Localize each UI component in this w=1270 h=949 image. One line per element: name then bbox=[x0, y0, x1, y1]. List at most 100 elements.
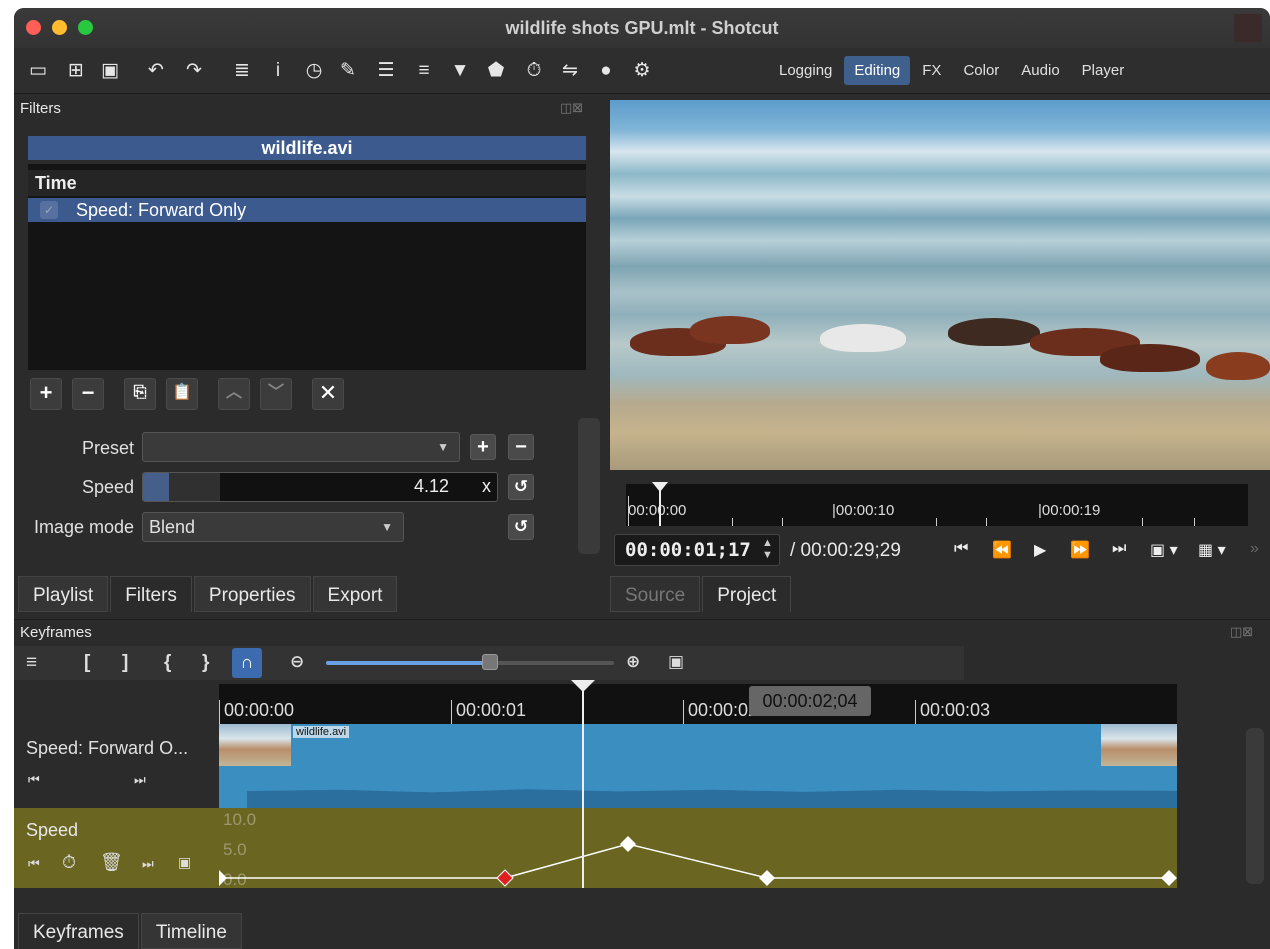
filters-dock-buttons[interactable]: ◫⊠ bbox=[560, 100, 583, 116]
layout-fx-button[interactable]: FX bbox=[912, 56, 951, 85]
deselect-filter-button[interactable]: ✕ bbox=[312, 378, 344, 410]
tab-playlist[interactable]: Playlist bbox=[18, 576, 109, 612]
zoom-window-button[interactable] bbox=[78, 20, 93, 35]
timeline-playhead[interactable] bbox=[582, 684, 584, 888]
peak-meter-icon[interactable]: ≣ bbox=[230, 59, 254, 83]
filter-list[interactable]: Time ✓ Speed: Forward Only bbox=[28, 164, 586, 370]
keyframes-menu-icon[interactable]: ≡ bbox=[26, 652, 37, 674]
snap-magnet-icon[interactable]: ∩ bbox=[232, 648, 262, 678]
open-icon[interactable]: ▭ bbox=[26, 59, 50, 83]
layout-logging-button[interactable]: Logging bbox=[769, 56, 842, 85]
speed-param-header[interactable]: Speed ⏮ ⏱ 🗑 ⏭ ▣ bbox=[14, 808, 219, 888]
filter-props-scrollbar[interactable] bbox=[578, 418, 600, 554]
filter-category: Time bbox=[28, 170, 586, 196]
filters-icon[interactable]: ▼ bbox=[448, 59, 472, 83]
set-filter-start-icon[interactable]: [ bbox=[84, 652, 90, 674]
add-keyframe-icon[interactable]: ⏱ bbox=[62, 852, 76, 873]
copy-filters-button[interactable]: ⎘ bbox=[124, 378, 156, 410]
ruler-label: 00:00:00 bbox=[628, 502, 687, 519]
reset-image-mode-icon[interactable]: ↺ bbox=[508, 514, 534, 540]
jobs-icon[interactable]: ● bbox=[594, 59, 618, 83]
tab-properties[interactable]: Properties bbox=[193, 576, 311, 612]
play-icon[interactable]: ▶ bbox=[1034, 540, 1046, 560]
video-frame-detail bbox=[690, 316, 770, 344]
video-frame-detail bbox=[820, 324, 906, 352]
layout-player-button[interactable]: Player bbox=[1072, 56, 1135, 85]
window-title: wildlife shots GPU.mlt - Shotcut bbox=[505, 17, 779, 38]
zoom-in-icon[interactable]: ⊕ bbox=[626, 652, 640, 672]
speed-keyframe-track[interactable]: 10.0 5.0 0.0 bbox=[219, 808, 1177, 889]
player-ruler[interactable]: 00:00:00 |00:00:10 |00:00:19 bbox=[626, 482, 1248, 526]
timeline-icon[interactable]: ≡ bbox=[412, 59, 436, 83]
timeline-playhead-handle[interactable] bbox=[571, 680, 595, 692]
tab-project[interactable]: Project bbox=[702, 576, 792, 612]
tab-filters[interactable]: Filters bbox=[110, 576, 192, 612]
timecode-input[interactable]: 00:00:01;17 bbox=[614, 534, 780, 566]
fast-forward-icon[interactable]: ⏩ bbox=[1070, 540, 1090, 560]
next-keyframe-icon[interactable]: ⏭ bbox=[142, 856, 154, 872]
notes-icon[interactable]: ✎ bbox=[336, 59, 360, 83]
skip-next-icon[interactable]: ⏭ bbox=[1112, 540, 1126, 558]
video-preview[interactable] bbox=[610, 100, 1270, 470]
move-filter-up-button[interactable]: ︿ bbox=[218, 378, 250, 410]
seek-previous-icon[interactable]: ⏮ bbox=[28, 772, 40, 788]
zoom-slider-handle[interactable] bbox=[482, 654, 498, 670]
properties-icon[interactable]: i bbox=[266, 59, 290, 83]
zoom-player-icon[interactable]: ▣ ▾ bbox=[1150, 540, 1178, 560]
markers-icon[interactable]: ⬟ bbox=[484, 59, 508, 83]
move-filter-down-button[interactable]: ﹀ bbox=[260, 378, 292, 410]
delete-preset-button[interactable]: − bbox=[508, 434, 534, 460]
playlist-icon[interactable]: ☰ bbox=[374, 59, 398, 83]
reset-speed-icon[interactable]: ↺ bbox=[508, 474, 534, 500]
keyframes-vertical-scrollbar[interactable] bbox=[1246, 728, 1264, 884]
save-preset-button[interactable]: + bbox=[470, 434, 496, 460]
save-icon[interactable]: ▣ bbox=[98, 59, 122, 83]
more-icon[interactable]: » bbox=[1250, 540, 1259, 558]
clip-track[interactable]: wildlife.avi bbox=[219, 724, 1177, 808]
rewind-icon[interactable]: ⏪ bbox=[992, 540, 1012, 560]
video-frame-detail bbox=[1100, 344, 1200, 372]
set-first-keyframe-icon[interactable]: { bbox=[164, 652, 171, 674]
clip-track-header[interactable]: Speed: Forward O... ⏮ ⏭ bbox=[14, 724, 219, 808]
zoom-keyframes-icon[interactable]: ▣ bbox=[178, 854, 191, 871]
minimize-window-button[interactable] bbox=[52, 20, 67, 35]
tab-export[interactable]: Export bbox=[312, 576, 398, 612]
filter-enable-checkbox[interactable]: ✓ bbox=[40, 201, 58, 219]
add-filter-button[interactable]: + bbox=[30, 378, 62, 410]
zoom-slider[interactable] bbox=[326, 661, 614, 665]
close-window-button[interactable] bbox=[26, 20, 41, 35]
speed-slider[interactable]: 4.12 x bbox=[142, 472, 498, 502]
keyframes-dock-buttons[interactable]: ◫⊠ bbox=[1230, 624, 1253, 640]
settings-icon[interactable]: ⚙ bbox=[630, 59, 654, 83]
layout-editing-button[interactable]: Editing bbox=[844, 56, 911, 85]
zoom-out-icon[interactable]: ⊖ bbox=[290, 652, 304, 672]
previous-keyframe-icon[interactable]: ⏮ bbox=[28, 856, 40, 872]
preset-combo[interactable]: ▼ bbox=[142, 432, 460, 462]
set-filter-end-icon[interactable]: ] bbox=[122, 652, 128, 674]
seek-next-icon[interactable]: ⏭ bbox=[134, 772, 146, 788]
redo-icon[interactable]: ↷ bbox=[182, 59, 206, 83]
keyframes-ruler[interactable]: 00:00:00 00:00:01 00:00:02 00:00:03 00:0… bbox=[219, 684, 1177, 724]
set-last-keyframe-icon[interactable]: } bbox=[202, 652, 209, 674]
player-tabs: Source Project bbox=[610, 576, 793, 614]
layout-audio-button[interactable]: Audio bbox=[1011, 56, 1069, 85]
subtitles-icon[interactable]: ⇋ bbox=[558, 59, 582, 83]
tab-timeline[interactable]: Timeline bbox=[140, 913, 242, 949]
delete-keyframe-icon[interactable]: 🗑 bbox=[100, 852, 123, 873]
keyframe-curve bbox=[219, 836, 1177, 887]
layout-color-button[interactable]: Color bbox=[953, 56, 1009, 85]
image-mode-combo[interactable]: Blend ▼ bbox=[142, 512, 404, 542]
skip-previous-icon[interactable]: ⏮ bbox=[954, 540, 968, 558]
tab-keyframes[interactable]: Keyframes bbox=[18, 913, 139, 949]
remove-filter-button[interactable]: − bbox=[72, 378, 104, 410]
undo-icon[interactable]: ↶ bbox=[144, 59, 168, 83]
paste-filters-button[interactable]: 📋 bbox=[166, 378, 198, 410]
zoom-fit-icon[interactable]: ▣ bbox=[668, 652, 684, 672]
filter-item-speed[interactable]: ✓ Speed: Forward Only bbox=[28, 198, 586, 222]
history-icon[interactable]: ◷ bbox=[302, 59, 326, 83]
grid-icon[interactable]: ▦ ▾ bbox=[1198, 540, 1226, 560]
timecode-stepper[interactable]: ▲ ▼ bbox=[762, 537, 773, 561]
open-other-icon[interactable]: ⊞ bbox=[64, 59, 88, 83]
keyframes-icon[interactable]: ⏱ bbox=[522, 59, 546, 83]
tab-source[interactable]: Source bbox=[610, 576, 701, 612]
